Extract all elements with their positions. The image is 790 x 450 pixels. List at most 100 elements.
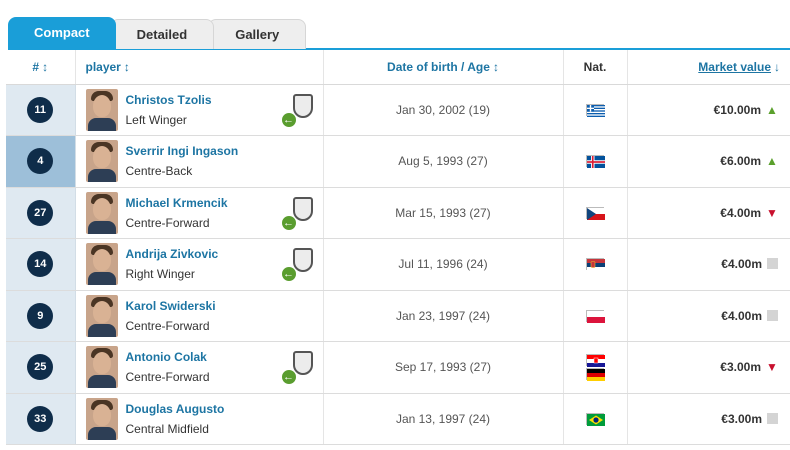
player-name-link[interactable]: Sverrir Ingi Ingason (126, 144, 239, 158)
player-name-link[interactable]: Christos Tzolis (126, 93, 212, 107)
column-header-market-value-label: Market value (698, 59, 771, 74)
trend-up-icon: ▲ (766, 154, 778, 169)
trend-flat-icon (767, 258, 778, 270)
player-name-link[interactable]: Douglas Augusto (126, 402, 225, 416)
table-row: 14 Andrija Zivkovic Right Winger ← Jul 1… (6, 238, 790, 291)
player-position: Central Midfield (125, 421, 209, 436)
market-value-link[interactable]: €6.00m (720, 154, 761, 168)
market-value-link[interactable]: €4.00m (721, 257, 762, 271)
flag-iceland-icon (586, 155, 605, 169)
column-header-player[interactable]: player ↕ (75, 50, 324, 85)
transfer-arrow-icon: ← (280, 111, 297, 128)
player-text: Andrija Zivkovic Right Winger (126, 247, 219, 281)
player-info: Sverrir Ingi Ingason Centre-Back (85, 140, 323, 183)
player-name-link[interactable]: Michael Krmencik (126, 196, 228, 210)
dob-age-cell: Jul 11, 1996 (24) (323, 238, 564, 291)
dob-age-cell: Jan 30, 2002 (19) (323, 84, 564, 136)
market-value-link[interactable]: €3.00m (721, 412, 762, 426)
player-position: Centre-Back (125, 164, 193, 179)
player-cell: Karol Swiderski Centre-Forward (75, 290, 324, 342)
player-cell: Antonio Colak Centre-Forward ← (75, 341, 324, 394)
shirt-number-cell: 14 (6, 238, 76, 291)
player-photo[interactable] (85, 140, 118, 183)
player-text: Christos Tzolis Left Winger (126, 93, 212, 127)
shirt-number-badge: 11 (27, 96, 54, 123)
player-name-link[interactable]: Karol Swiderski (126, 299, 216, 313)
shirt-number-cell: 4 (6, 135, 76, 188)
player-text: Douglas Augusto Central Midfield (126, 402, 225, 436)
market-value-link[interactable]: €4.00m (721, 309, 762, 323)
player-photo[interactable] (85, 346, 118, 389)
player-position: Centre-Forward (125, 215, 210, 230)
market-value-link[interactable]: €3.00m (720, 360, 761, 374)
dob-age-cell: Jan 23, 1997 (24) (323, 290, 564, 342)
player-cell: Douglas Augusto Central Midfield (75, 393, 324, 445)
player-cell: Sverrir Ingi Ingason Centre-Back (75, 135, 324, 188)
table-header-row: # ↕ player ↕ Date of birth / Age ↕ Nat. Mar… (6, 50, 790, 85)
market-value-link[interactable]: €10.00m (714, 103, 761, 117)
market-value-cell: €3.00m (627, 393, 790, 445)
player-text: Karol Swiderski Centre-Forward (126, 299, 216, 333)
player-position: Left Winger (125, 112, 187, 127)
nationality-cell (563, 84, 628, 136)
player-position: Right Winger (125, 267, 195, 282)
table-row: 33 Douglas Augusto Central Midfield Jan … (6, 393, 790, 445)
column-header-market-value[interactable]: Market value ↓ (627, 50, 790, 85)
player-photo[interactable] (85, 88, 118, 131)
flag-serbia-icon (586, 258, 605, 272)
flag-czech-republic-icon (586, 206, 605, 220)
player-cell: Andrija Zivkovic Right Winger ← (75, 238, 324, 291)
transfer-arrow-icon: ← (280, 266, 297, 282)
player-info: Douglas Augusto Central Midfield (85, 397, 323, 440)
loan-club-badge[interactable]: ← (280, 93, 315, 128)
market-value-cell: €4.00m (627, 238, 790, 291)
player-text: Michael Krmencik Centre-Forward (126, 196, 228, 230)
nationality-cell (563, 135, 628, 188)
player-position: Centre-Forward (125, 370, 210, 385)
dob-age-cell: Aug 5, 1993 (27) (323, 135, 564, 188)
shirt-number-cell: 9 (6, 290, 76, 342)
tab-compact[interactable]: Compact (8, 17, 116, 49)
trend-down-icon: ▼ (766, 205, 778, 220)
sort-icon: ↕ (492, 59, 499, 74)
loan-club-badge[interactable]: ← (280, 351, 315, 385)
nationality-cell (563, 341, 628, 394)
player-text: Antonio Colak Centre-Forward (126, 350, 210, 384)
shirt-number-badge: 33 (27, 405, 54, 432)
nationality-cell (563, 290, 628, 342)
table-row: 11 Christos Tzolis Left Winger ← Jan 30,… (6, 84, 790, 136)
sort-icon: ↕ (42, 59, 49, 74)
player-text: Sverrir Ingi Ingason Centre-Back (126, 144, 239, 178)
player-photo[interactable] (85, 191, 118, 234)
sort-icon: ↕ (123, 59, 130, 74)
player-name-link[interactable]: Andrija Zivkovic (126, 247, 219, 261)
tab-detailed[interactable]: Detailed (109, 19, 215, 49)
market-value-cell: €4.00m ▼ (627, 187, 790, 239)
loan-club-badge[interactable]: ← (280, 248, 315, 282)
column-header-dob[interactable]: Date of birth / Age ↕ (323, 50, 564, 85)
column-header-number-label: # (32, 59, 40, 74)
market-value-cell: €6.00m ▲ (627, 135, 790, 188)
trend-down-icon: ▼ (766, 360, 778, 375)
flag-germany-icon (586, 368, 605, 382)
player-info: Karol Swiderski Centre-Forward (85, 294, 323, 337)
transfer-arrow-icon: ← (280, 369, 297, 385)
player-photo[interactable] (85, 397, 118, 440)
player-photo[interactable] (85, 294, 118, 337)
market-value-cell: €4.00m (627, 290, 790, 342)
loan-club-badge[interactable]: ← (280, 196, 315, 231)
shirt-number-badge: 4 (27, 148, 54, 175)
squad-table: # ↕ player ↕ Date of birth / Age ↕ Nat. Mar… (6, 50, 790, 445)
column-header-nationality: Nat. (563, 50, 628, 85)
club-crest-icon (292, 93, 313, 118)
tab-gallery[interactable]: Gallery (208, 19, 307, 49)
player-photo[interactable] (85, 243, 118, 286)
player-cell: Michael Krmencik Centre-Forward ← (75, 187, 324, 239)
table-row: 25 Antonio Colak Centre-Forward ← Sep 17… (6, 341, 790, 394)
player-name-link[interactable]: Antonio Colak (126, 350, 210, 364)
player-cell: Christos Tzolis Left Winger ← (75, 84, 324, 136)
market-value-link[interactable]: €4.00m (720, 206, 761, 220)
column-header-nationality-label: Nat. (583, 59, 607, 74)
shirt-number-badge: 9 (27, 302, 54, 329)
column-header-number[interactable]: # ↕ (6, 50, 76, 85)
